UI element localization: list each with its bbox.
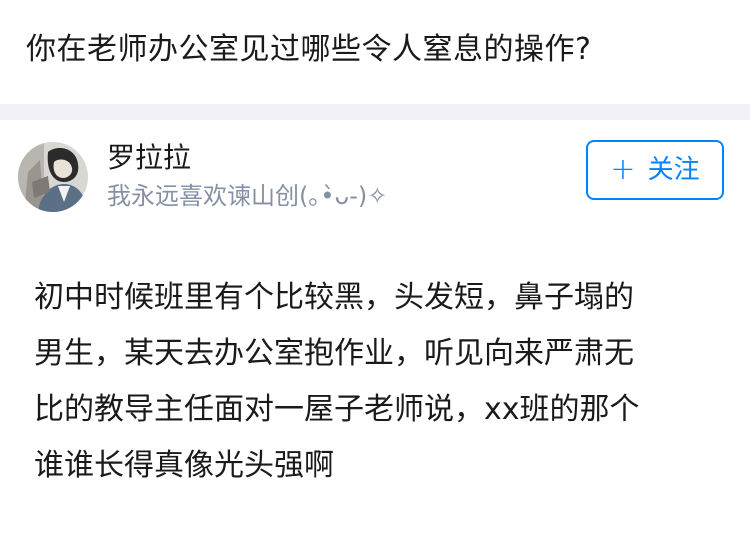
plus-icon: + xyxy=(610,152,636,187)
author-bio: 我永远喜欢谏山创(｡•̀ᴗ-)✧ xyxy=(107,182,388,210)
follow-button-label: 关注 xyxy=(647,155,700,185)
answer-paragraph-line: 男生，某天去办公室抱作业，听见向来严肃无 xyxy=(34,336,634,371)
answer-paragraph-line: 谁谁长得真像光头强啊 xyxy=(34,448,334,483)
avatar-illustration-icon xyxy=(18,142,88,212)
answer-paragraph-line: 比的教导主任面对一屋子老师说，xx班的那个 xyxy=(34,392,640,427)
answer-content: 初中时候班里有个比较黑，头发短，鼻子塌的 男生，某天去办公室抱作业，听见向来严肃… xyxy=(34,270,734,494)
question-title[interactable]: 你在老师办公室见过哪些令人窒息的操作? xyxy=(26,28,726,72)
section-divider xyxy=(0,104,750,120)
question-header: 你在老师办公室见过哪些令人窒息的操作? xyxy=(0,0,750,104)
answer-paragraph-line: 初中时候班里有个比较黑，头发短，鼻子塌的 xyxy=(34,280,634,315)
author-name[interactable]: 罗拉拉 xyxy=(107,140,191,176)
follow-button[interactable]: + 关注 xyxy=(586,140,724,200)
author-avatar[interactable] xyxy=(18,142,88,212)
